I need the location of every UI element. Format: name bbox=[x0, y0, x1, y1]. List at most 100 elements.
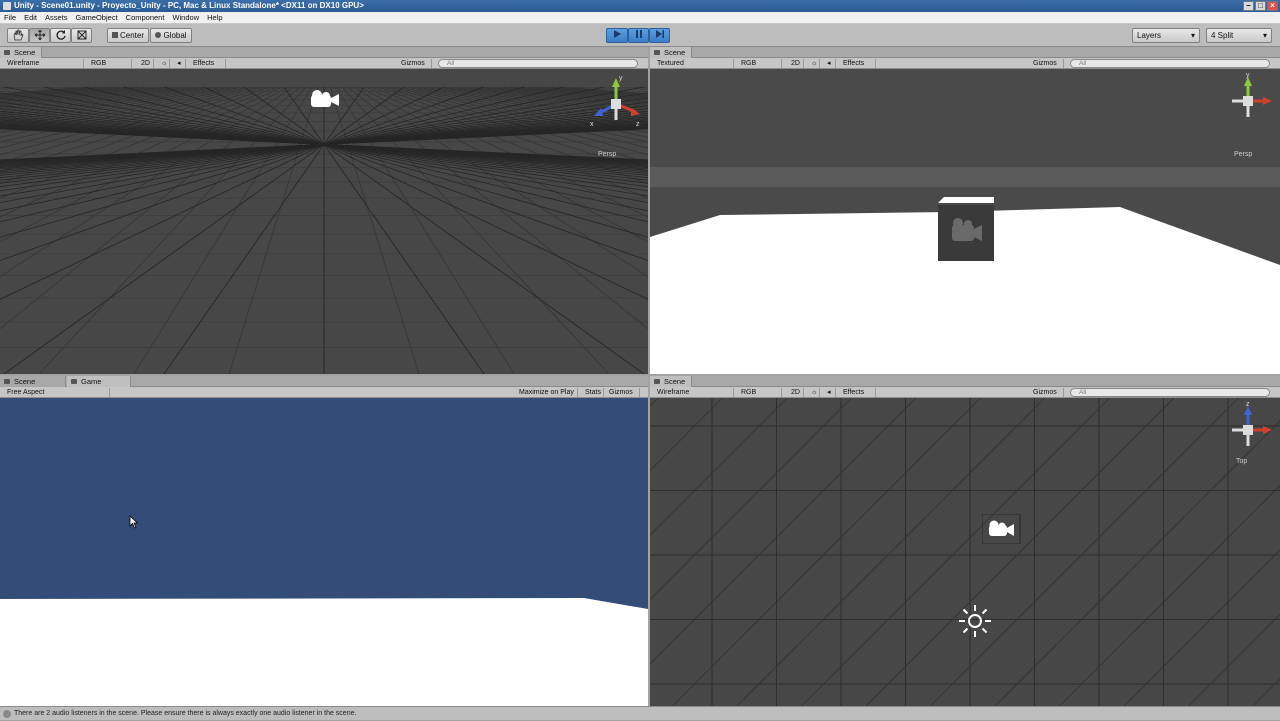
maximize-on-play-toggle[interactable]: Maximize on Play bbox=[516, 388, 578, 397]
audio-toggle-icon[interactable]: ◂ bbox=[174, 59, 186, 68]
color-mode-dropdown[interactable]: RGB bbox=[738, 388, 782, 397]
pivot-center-toggle[interactable]: Center bbox=[107, 28, 149, 43]
move-icon bbox=[34, 29, 46, 41]
tab-game[interactable]: Game bbox=[67, 376, 131, 387]
tab-scene[interactable]: Scene bbox=[0, 376, 66, 387]
scene-orientation-gizmo[interactable]: y z x bbox=[586, 74, 646, 146]
lighting-toggle-icon[interactable]: ☼ bbox=[158, 59, 170, 68]
space-label: Global bbox=[163, 31, 186, 40]
scale-tool-button[interactable] bbox=[71, 28, 92, 43]
menu-edit[interactable]: Edit bbox=[20, 12, 41, 24]
render-mode-dropdown[interactable]: Textured bbox=[654, 59, 734, 68]
main-toolbar: Center Global Layers ▾ 4 Split ▾ bbox=[0, 24, 1280, 47]
step-button[interactable] bbox=[649, 28, 670, 43]
audio-toggle-icon[interactable]: ◂ bbox=[824, 59, 836, 68]
projection-label[interactable]: Persp bbox=[598, 151, 616, 158]
globe-icon bbox=[155, 32, 161, 38]
top-grid bbox=[650, 398, 1280, 706]
hierarchy-search-input[interactable]: All bbox=[1070, 388, 1270, 397]
scene-viewport[interactable]: y Persp bbox=[650, 69, 1280, 374]
scene-control-bar: Wireframe RGB 2D ☼ ◂ Effects Gizmos All bbox=[0, 58, 648, 69]
game-viewport[interactable] bbox=[0, 398, 648, 706]
render-mode-dropdown[interactable]: Wireframe bbox=[4, 59, 84, 68]
close-button[interactable]: × bbox=[1267, 1, 1278, 11]
menu-window[interactable]: Window bbox=[168, 12, 203, 24]
svg-text:y: y bbox=[619, 75, 623, 82]
menu-help[interactable]: Help bbox=[203, 12, 226, 24]
space-global-toggle[interactable]: Global bbox=[150, 28, 192, 43]
window-title-bar: Unity - Scene01.unity - Proyecto_Unity -… bbox=[0, 0, 1280, 12]
rotate-icon bbox=[55, 29, 67, 41]
pause-icon bbox=[634, 29, 644, 39]
play-icon bbox=[612, 29, 622, 39]
tab-bar: Scene bbox=[650, 376, 1280, 387]
svg-text:y: y bbox=[1246, 73, 1250, 79]
scale-icon bbox=[76, 29, 88, 41]
status-message: There are 2 audio listeners in the scene… bbox=[14, 710, 356, 717]
hierarchy-search-input[interactable]: All bbox=[438, 59, 638, 68]
menu-file[interactable]: File bbox=[0, 12, 20, 24]
tab-label: Scene bbox=[14, 377, 35, 386]
menu-component[interactable]: Component bbox=[122, 12, 169, 24]
minimize-button[interactable]: – bbox=[1243, 1, 1254, 11]
tab-scene[interactable]: Scene bbox=[650, 47, 692, 58]
2d-toggle[interactable]: 2D bbox=[138, 59, 154, 68]
warning-icon bbox=[3, 710, 11, 718]
color-mode-dropdown[interactable]: RGB bbox=[738, 59, 782, 68]
hand-tool-button[interactable] bbox=[7, 28, 29, 43]
chevron-down-icon: ▾ bbox=[1191, 29, 1195, 42]
camera-icon bbox=[982, 514, 1022, 544]
projection-label[interactable]: Persp bbox=[1234, 151, 1252, 158]
effects-dropdown[interactable]: Effects bbox=[840, 388, 876, 397]
2d-toggle[interactable]: 2D bbox=[788, 388, 804, 397]
pivot-label: Center bbox=[120, 31, 144, 40]
window-title: Unity - Scene01.unity - Proyecto_Unity -… bbox=[14, 1, 364, 10]
scene-orientation-gizmo[interactable]: y bbox=[1224, 73, 1274, 129]
layout-dropdown[interactable]: 4 Split ▾ bbox=[1206, 28, 1272, 43]
menu-assets[interactable]: Assets bbox=[41, 12, 72, 24]
wireframe-grid bbox=[0, 69, 648, 374]
2d-toggle[interactable]: 2D bbox=[788, 59, 804, 68]
aspect-dropdown[interactable]: Free Aspect bbox=[4, 388, 110, 397]
tab-scene[interactable]: Scene bbox=[650, 376, 692, 387]
pivot-icon bbox=[112, 32, 118, 38]
effects-dropdown[interactable]: Effects bbox=[190, 59, 226, 68]
gizmos-dropdown[interactable]: Gizmos bbox=[398, 59, 432, 68]
svg-text:z: z bbox=[1246, 402, 1250, 408]
scene-tab-icon bbox=[4, 50, 10, 55]
lighting-toggle-icon[interactable]: ☼ bbox=[808, 388, 820, 397]
tab-label: Game bbox=[81, 377, 101, 386]
lighting-toggle-icon[interactable]: ☼ bbox=[808, 59, 820, 68]
layers-dropdown[interactable]: Layers ▾ bbox=[1132, 28, 1200, 43]
move-tool-button[interactable] bbox=[29, 28, 50, 43]
play-button[interactable] bbox=[606, 28, 628, 43]
scene-viewport[interactable]: z Top bbox=[650, 398, 1280, 706]
tab-bar: Scene Game bbox=[0, 376, 648, 387]
gizmos-dropdown[interactable]: Gizmos bbox=[1030, 388, 1064, 397]
status-bar[interactable]: There are 2 audio listeners in the scene… bbox=[0, 706, 1280, 720]
tab-label: Scene bbox=[14, 48, 35, 57]
chevron-down-icon: ▾ bbox=[1263, 29, 1267, 42]
scene-viewport[interactable]: y z x Persp bbox=[0, 69, 648, 374]
hierarchy-search-input[interactable]: All bbox=[1070, 59, 1270, 68]
scene-view-top-right: Scene Textured RGB 2D ☼ ◂ Effects Gizmos… bbox=[650, 47, 1280, 374]
effects-dropdown[interactable]: Effects bbox=[840, 59, 876, 68]
color-mode-dropdown[interactable]: RGB bbox=[88, 59, 132, 68]
menu-gameobject[interactable]: GameObject bbox=[72, 12, 122, 24]
mouse-cursor-icon bbox=[129, 515, 139, 529]
tab-bar: Scene bbox=[0, 47, 648, 58]
scene-orientation-gizmo[interactable]: z bbox=[1224, 402, 1274, 458]
tab-label: Scene bbox=[664, 377, 685, 386]
gizmos-dropdown[interactable]: Gizmos bbox=[1030, 59, 1064, 68]
audio-toggle-icon[interactable]: ◂ bbox=[824, 388, 836, 397]
projection-label[interactable]: Top bbox=[1236, 458, 1247, 465]
maximize-button[interactable]: □ bbox=[1255, 1, 1266, 11]
layers-label: Layers bbox=[1137, 31, 1161, 40]
stats-toggle[interactable]: Stats bbox=[582, 388, 604, 397]
pause-button[interactable] bbox=[628, 28, 649, 43]
tab-scene[interactable]: Scene bbox=[0, 47, 42, 58]
gizmos-dropdown[interactable]: Gizmos bbox=[606, 388, 640, 397]
rotate-tool-button[interactable] bbox=[50, 28, 71, 43]
render-mode-dropdown[interactable]: Wireframe bbox=[654, 388, 734, 397]
scene-view-bottom-right: Scene Wireframe RGB 2D ☼ ◂ Effects Gizmo… bbox=[650, 376, 1280, 706]
